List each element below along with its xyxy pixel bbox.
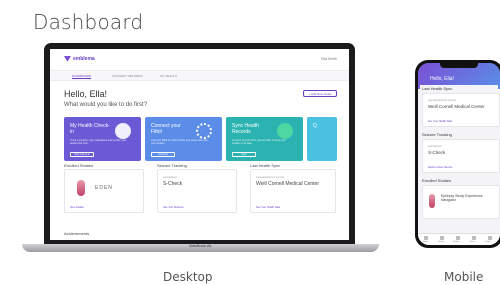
- card-desc: Link your Fitbit to share activity and s…: [151, 139, 208, 145]
- nav-profile[interactable]: Profile: [485, 241, 491, 243]
- card-button[interactable]: Connect: [151, 152, 175, 157]
- logo-text: emblema: [73, 56, 95, 62]
- mobile-sync-small: Last appointment synced: [428, 99, 456, 102]
- mobile-seizure-label: Seizure Tracking: [420, 131, 498, 138]
- mobile-greeting: Hello, Ella!: [430, 76, 454, 82]
- mobile-study-main: Epilepsy Study Experience Navigator: [441, 194, 483, 202]
- seizure-link[interactable]: See Your Seizures: [163, 206, 184, 209]
- card-button[interactable]: Start Check-in: [70, 152, 94, 157]
- card-partial[interactable]: Q: [307, 117, 337, 161]
- sync-link[interactable]: See Your Health Data: [256, 206, 280, 209]
- pill-icon: [115, 123, 131, 139]
- laptop-model-label: MacBook Air: [189, 243, 212, 248]
- mobile-enrolled-label: Enrolled Studies: [420, 177, 498, 184]
- mobile-app-screen: Hello, Ella! Last Health Sync Last appoi…: [418, 63, 500, 245]
- tab-my-health[interactable]: My Health: [160, 74, 177, 78]
- fitbit-icon: [196, 123, 212, 139]
- desktop-app-screen: emblema Ella Smith Dashboard Connect Rec…: [50, 49, 349, 240]
- health-sync-label: Last Health Sync: [250, 163, 281, 168]
- greeting: Hello, Ella!: [64, 89, 108, 99]
- card-desc: Connect records from your provider to ke…: [232, 139, 286, 145]
- card-sync-records[interactable]: Sync Health Records Connect records from…: [226, 117, 303, 161]
- mobile-bottom-nav: Home Health Studies Alerts Profile: [418, 233, 500, 245]
- laptop-base: MacBook Air: [22, 243, 379, 252]
- seizure-small: Last Seizure: [163, 176, 177, 179]
- awareness-ribbon-icon: [77, 180, 85, 196]
- achievements-label: Achievements: [64, 231, 90, 236]
- mobile-seizure-card[interactable]: Last Seizure S-Check Report a New Seizur…: [422, 139, 500, 173]
- mobile-seizure-link[interactable]: Report a New Seizure: [428, 166, 452, 169]
- logo-icon: [64, 56, 71, 62]
- page-heading: Dashboard: [33, 10, 144, 34]
- nav-health[interactable]: Health: [438, 241, 444, 243]
- mobile-study-card[interactable]: Epilepsy Study Experience Navigator: [422, 185, 500, 219]
- app-header: emblema Ella Smith: [50, 49, 349, 71]
- mobile-seizure-small: Last Seizure: [428, 145, 442, 148]
- laptop-frame: emblema Ella Smith Dashboard Connect Rec…: [44, 43, 355, 245]
- sync-main: Weill Cornell Medical Center: [256, 181, 319, 187]
- card-title: Connect your Fitbit: [151, 123, 181, 135]
- desktop-caption: Desktop: [163, 270, 213, 284]
- tab-dashboard[interactable]: Dashboard: [72, 74, 92, 79]
- mobile-sync-link[interactable]: See Your Health Data: [428, 120, 452, 123]
- mobile-sync-card[interactable]: Last appointment synced Weill Cornell Me…: [422, 93, 500, 127]
- enrolled-studies-label: Enrolled Studies: [64, 163, 94, 168]
- add-study-button[interactable]: + Add New Study: [303, 90, 337, 97]
- card-button[interactable]: Sync: [232, 152, 256, 157]
- nav-studies[interactable]: Studies: [453, 241, 460, 243]
- card-connect-fitbit[interactable]: Connect your Fitbit Link your Fitbit to …: [145, 117, 222, 161]
- study-name: EDEN: [95, 185, 113, 191]
- user-menu[interactable]: Ella Smith: [321, 57, 337, 61]
- seizure-card[interactable]: Last Seizure S-Check See Your Seizures: [157, 169, 237, 213]
- study-details-link[interactable]: View Details: [70, 206, 84, 209]
- phone-notch: [440, 63, 478, 68]
- mobile-sync-main: Weill Cornell Medical Center: [428, 104, 485, 109]
- heart-sync-icon: [277, 123, 293, 139]
- seizure-tracking-label: Seizure Tracking: [157, 163, 187, 168]
- seizure-main: S-Check: [163, 181, 183, 187]
- profile-icon[interactable]: [488, 236, 492, 240]
- mobile-sync-label: Last Health Sync: [420, 85, 498, 92]
- card-health-checkin[interactable]: My Health Check-in Track symptoms, log m…: [64, 117, 141, 161]
- mobile-seizure-main: S-Check: [428, 150, 446, 155]
- nav-alerts[interactable]: Alerts: [470, 241, 475, 243]
- tab-connect-records[interactable]: Connect Records: [112, 74, 143, 78]
- studies-icon[interactable]: [456, 236, 460, 240]
- card-desc: Track symptoms, log medications and moni…: [70, 139, 127, 145]
- nav-home[interactable]: Home: [423, 241, 428, 243]
- awareness-ribbon-icon: [429, 194, 435, 208]
- health-sync-card[interactable]: Last appointment synced Weill Cornell Me…: [250, 169, 336, 213]
- phone-frame: Hello, Ella! Last Health Sync Last appoi…: [415, 60, 500, 248]
- card-title: Sync Health Records: [232, 123, 259, 135]
- card-title: My Health Check-in: [70, 123, 110, 135]
- app-logo[interactable]: emblema: [64, 56, 95, 62]
- prompt-text: What would you like to do first?: [64, 102, 148, 108]
- sync-small: Last appointment synced: [256, 176, 284, 179]
- tab-bar: Dashboard Connect Records My Health: [50, 71, 349, 81]
- mobile-caption: Mobile: [444, 270, 484, 284]
- card-title: Q: [313, 123, 317, 129]
- health-icon[interactable]: [440, 236, 444, 240]
- study-card[interactable]: EDEN View Details: [64, 169, 144, 213]
- alerts-icon[interactable]: [472, 236, 476, 240]
- home-icon[interactable]: [424, 236, 428, 240]
